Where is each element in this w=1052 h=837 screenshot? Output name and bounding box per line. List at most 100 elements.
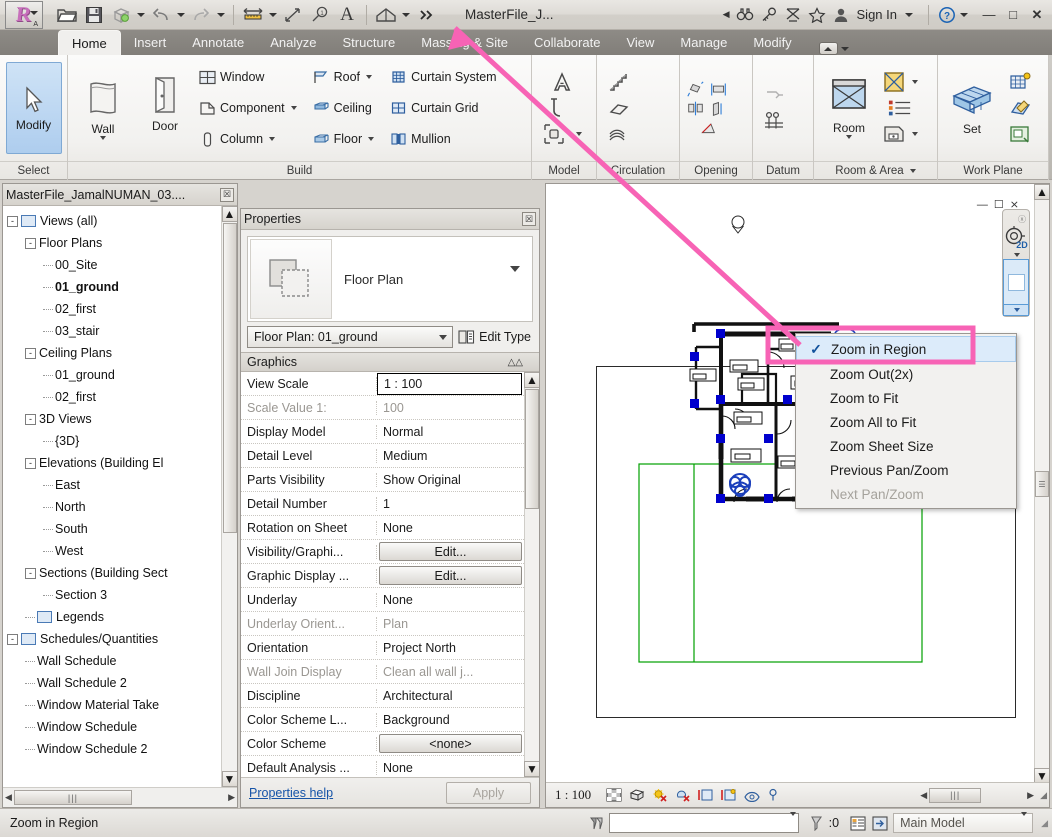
property-value[interactable]: Clean all wall j... <box>377 665 524 679</box>
property-row[interactable]: Underlay Orient... Plan <box>241 612 524 636</box>
component-button[interactable]: Component <box>196 93 300 124</box>
wall-opening-icon[interactable] <box>687 100 704 117</box>
property-row[interactable]: Detail Level Medium <box>241 444 524 468</box>
tree-item[interactable]: North <box>7 496 221 518</box>
project-browser-tree[interactable]: - Views (all) - Floor Plans 00_Site 01_ground… <box>3 206 221 787</box>
tree-item[interactable]: South <box>7 518 221 540</box>
menu-item-zoom-all-to-fit[interactable]: Zoom All to Fit <box>796 410 1016 434</box>
property-row[interactable]: Scale Value 1: 100 <box>241 396 524 420</box>
model-group-button[interactable] <box>542 122 582 146</box>
maximize-button[interactable]: □ <box>1002 4 1024 26</box>
properties-rows[interactable]: View Scale 1 : 100 Scale Value 1: 100 Displa… <box>241 372 524 777</box>
selection-filter-chevron-icon[interactable] <box>788 812 796 830</box>
property-value-button[interactable]: <none> <box>379 734 522 753</box>
property-row[interactable]: Detail Number 1 <box>241 492 524 516</box>
property-row[interactable]: Wall Join Display Clean all wall j... <box>241 660 524 684</box>
communication-center-icon[interactable] <box>782 4 804 26</box>
view-scale-label[interactable]: 1 : 100 <box>555 787 591 803</box>
tree-item[interactable]: Section 3 <box>7 584 221 606</box>
modify-button[interactable]: Modify <box>5 62 62 154</box>
tree-item[interactable]: 02_first <box>7 386 221 408</box>
tag-icon[interactable]: 1 <box>307 2 333 28</box>
project-browser-close-icon[interactable]: ☒ <box>220 187 234 202</box>
detail-level-icon[interactable] <box>606 788 622 802</box>
help-icon[interactable]: ? <box>936 4 958 26</box>
property-row[interactable]: Discipline Architectural <box>241 684 524 708</box>
menu-item-zoom-sheet-size[interactable]: Zoom Sheet Size <box>796 434 1016 458</box>
type-selector-chevron-icon[interactable] <box>434 334 450 340</box>
quick-access-toolbar[interactable]: 1 A <box>54 2 439 28</box>
mullion-button[interactable]: Mullion <box>387 124 499 155</box>
tab-structure[interactable]: Structure <box>330 30 409 55</box>
curtain-system-button[interactable]: Curtain System <box>387 62 499 93</box>
sign-in-link[interactable]: Sign In <box>857 7 897 22</box>
default-3d-view-icon[interactable] <box>373 2 399 28</box>
scroll-down-icon[interactable]: ▼ <box>221 771 237 787</box>
ribbon-display-options[interactable] <box>818 42 849 55</box>
project-browser-vscrollbar[interactable]: ▲ ▼ <box>221 206 237 787</box>
ref-plane-button[interactable] <box>1008 96 1032 120</box>
door-button[interactable]: Door <box>134 69 196 147</box>
property-value[interactable]: Architectural <box>377 689 524 703</box>
ribbon-collapse-icon[interactable] <box>818 42 838 55</box>
property-row[interactable]: Rotation on Sheet None <box>241 516 524 540</box>
stair-button[interactable] <box>607 70 631 94</box>
tree-item[interactable]: 03_stair <box>7 320 221 342</box>
edit-type-button[interactable]: Edit Type <box>458 329 533 345</box>
by-face-opening-icon[interactable] <box>687 80 704 98</box>
tree-item[interactable]: 01_ground <box>7 364 221 386</box>
status-resize-grip-icon[interactable]: ◢ <box>1041 818 1048 829</box>
tab-home[interactable]: Home <box>58 30 121 55</box>
tree-item[interactable]: - Schedules/Quantities <box>7 628 221 650</box>
aligned-dimension-icon[interactable] <box>280 2 306 28</box>
tree-item[interactable]: {3D} <box>7 430 221 452</box>
ramp-button[interactable] <box>607 96 631 120</box>
viewer-workplane-button[interactable] <box>1008 122 1032 146</box>
tree-item[interactable]: Window Material Take <box>7 694 221 716</box>
tab-annotate[interactable]: Annotate <box>179 30 257 55</box>
tree-expander-icon[interactable]: - <box>25 413 36 425</box>
component-dropdown-icon[interactable] <box>290 106 297 110</box>
property-value[interactable]: None <box>377 593 524 607</box>
roof-dropdown-icon[interactable] <box>366 75 373 79</box>
property-value-button[interactable]: Edit... <box>379 542 522 561</box>
warnings-icon[interactable] <box>809 815 824 831</box>
tree-item[interactable]: 01_ground <box>7 276 221 298</box>
tab-view[interactable]: View <box>613 30 667 55</box>
properties-close-icon[interactable]: ☒ <box>522 212 536 226</box>
visual-style-icon[interactable] <box>629 788 645 802</box>
tree-item[interactable]: 02_first <box>7 298 221 320</box>
ribbon-options-dropdown-icon[interactable] <box>840 46 849 51</box>
redo-dropdown-icon[interactable] <box>215 2 227 28</box>
undo-dropdown-icon[interactable] <box>175 2 187 28</box>
tree-item[interactable]: Wall Schedule <box>7 650 221 672</box>
export-icon[interactable] <box>108 2 134 28</box>
tree-expander-icon[interactable]: - <box>25 567 36 579</box>
property-row[interactable]: Color Scheme L... Background <box>241 708 524 732</box>
hscroll-right-icon[interactable]: ▶ <box>228 792 235 803</box>
canvas-hscroll-left-icon[interactable]: ◀ <box>920 790 927 801</box>
tab-insert[interactable]: Insert <box>121 30 180 55</box>
property-row[interactable]: View Scale 1 : 100 <box>241 372 524 396</box>
render-display-icon[interactable] <box>698 788 714 802</box>
tab-collaborate[interactable]: Collaborate <box>521 30 614 55</box>
open-icon[interactable] <box>54 2 80 28</box>
menu-item-zoom-to-fit[interactable]: Zoom to Fit <box>796 386 1016 410</box>
vertical-opening-icon[interactable] <box>710 100 727 117</box>
tree-expander-icon[interactable]: - <box>25 347 36 359</box>
main-model-chevron-icon[interactable] <box>1019 812 1028 830</box>
model-line-button[interactable] <box>542 96 582 120</box>
infocenter-collapse-icon[interactable]: ◀ <box>723 9 730 20</box>
tree-item[interactable]: - Floor Plans <box>7 232 221 254</box>
minimize-button[interactable]: — <box>978 4 1000 26</box>
property-value[interactable]: 100 <box>377 401 524 415</box>
selection-filter-combo[interactable] <box>608 812 799 833</box>
canvas-hscroll-right-icon[interactable]: ▶ <box>1027 790 1034 801</box>
ribbon-tab-bar[interactable]: Home Insert Annotate Analyze Structure M… <box>0 30 1052 55</box>
scroll-up-icon[interactable]: ▲ <box>221 206 237 222</box>
tree-item[interactable]: - Views (all) <box>7 210 221 232</box>
tree-item[interactable]: - Elevations (Building El <box>7 452 221 474</box>
save-icon[interactable] <box>81 2 107 28</box>
property-value[interactable]: Medium <box>377 449 524 463</box>
tag-room-dropdown-icon[interactable] <box>912 132 918 136</box>
